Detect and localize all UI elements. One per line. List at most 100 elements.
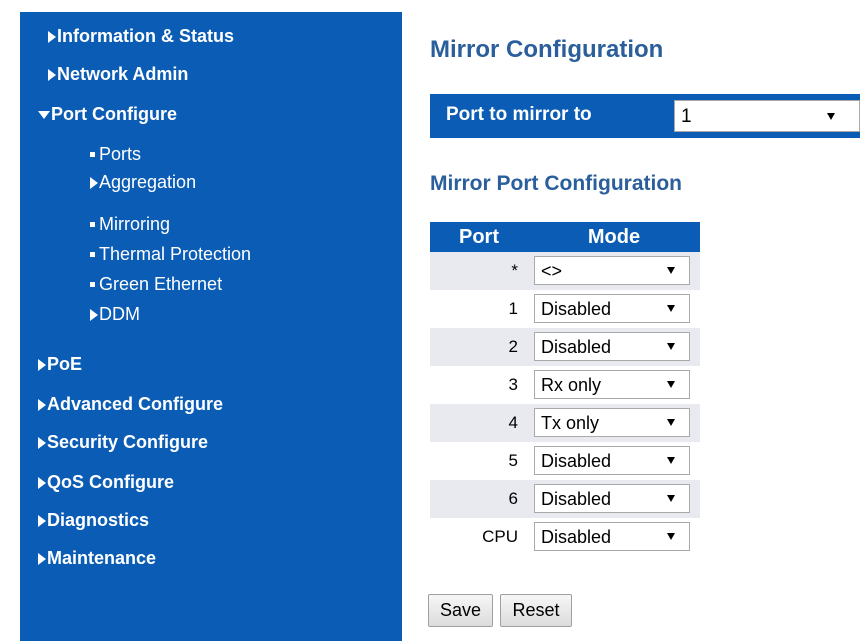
mirror-port-table: Port Mode * <> 1 Disabled 2 Disabled 3 R… [430,222,700,556]
mode-value: Rx only [541,375,602,395]
mirror-port-select[interactable]: 1 [674,100,860,132]
dropdown-arrow-icon [667,457,675,464]
reset-button[interactable]: Reset [500,594,572,627]
mode-select[interactable]: Disabled [534,294,690,323]
arrow-right-icon [38,358,46,371]
mode-select[interactable]: Disabled [534,484,690,513]
mode-cell: Disabled [528,442,700,480]
port-cell: * [430,252,528,290]
dropdown-arrow-icon [667,381,675,388]
column-header-mode: Mode [528,222,700,252]
mode-select[interactable]: Disabled [534,522,690,551]
mode-select[interactable]: Disabled [534,332,690,361]
mode-select[interactable]: Disabled [534,446,690,475]
table-row: * <> [430,252,700,290]
table-row: CPU Disabled [430,518,700,556]
sidebar-item-label: DDM [99,304,140,324]
sidebar-nav: Information & Status Network Admin Port … [20,12,402,641]
sidebar-item-label: Advanced Configure [47,394,224,414]
mode-value: Disabled [541,337,612,357]
mode-value: Disabled [541,451,612,471]
save-button[interactable]: Save [428,594,493,627]
table-row: 2 Disabled [430,328,700,366]
arrow-right-icon [38,552,46,565]
mode-value: <> [541,261,563,281]
arrow-right-icon [38,436,46,449]
mode-select[interactable]: Rx only [534,370,690,399]
arrow-right-icon [38,514,46,527]
table-row: 6 Disabled [430,480,700,518]
dropdown-arrow-icon [827,113,835,120]
mode-cell: Disabled [528,290,700,328]
sidebar-item-port-configure[interactable]: Port Configure [38,104,177,125]
mirror-port-value: 1 [681,106,692,127]
dropdown-arrow-icon [667,343,675,350]
bullet-icon [90,222,95,227]
mode-cell: Tx only [528,404,700,442]
mode-cell: <> [528,252,700,290]
arrow-right-icon [48,68,56,81]
arrow-right-icon [38,476,46,489]
sidebar-item-label: Information & Status [57,26,235,46]
bullet-icon [90,282,95,287]
mode-value: Disabled [541,489,612,509]
sidebar-item-diagnostics[interactable]: Diagnostics [38,510,149,531]
sidebar-item-green-ethernet[interactable]: Green Ethernet [90,274,222,295]
sidebar-item-label: PoE [47,354,83,374]
port-cell: 4 [430,404,528,442]
port-cell: 6 [430,480,528,518]
sidebar-item-label: Network Admin [57,64,189,84]
sidebar-item-label: Thermal Protection [99,244,252,264]
column-header-port: Port [430,222,528,252]
sidebar-item-label: Port Configure [51,104,177,124]
mode-value: Tx only [541,413,600,433]
sidebar-item-label: QoS Configure [47,472,174,492]
sidebar-item-label: Aggregation [99,172,197,192]
bullet-icon [90,252,95,257]
mirror-port-bar: Port to mirror to 1 [430,94,860,138]
dropdown-arrow-icon [667,267,675,274]
table-header-row: Port Mode [430,222,700,252]
table-row: 1 Disabled [430,290,700,328]
sidebar-item-ports[interactable]: Ports [90,144,141,165]
sidebar-item-label: Diagnostics [47,510,150,530]
sidebar-item-aggregation[interactable]: Aggregation [90,172,196,193]
port-cell: 2 [430,328,528,366]
arrow-right-icon [90,308,98,321]
dropdown-arrow-icon [667,533,675,540]
sidebar-item-poe[interactable]: PoE [38,354,82,375]
dropdown-arrow-icon [667,419,675,426]
arrow-down-icon [38,110,50,119]
page-title: Mirror Configuration [430,36,664,63]
arrow-right-icon [38,398,46,411]
sidebar-item-qos-configure[interactable]: QoS Configure [38,472,174,493]
sidebar-item-information-status[interactable]: Information & Status [48,26,234,47]
sidebar-item-label: Security Configure [47,432,209,452]
sidebar-item-label: Green Ethernet [99,274,223,294]
sidebar-item-maintenance[interactable]: Maintenance [38,548,156,569]
sidebar-item-label: Ports [99,144,142,164]
mode-value: Disabled [541,527,612,547]
sidebar-item-mirroring[interactable]: Mirroring [90,214,170,235]
mirror-port-label: Port to mirror to [446,104,592,125]
port-cell: 1 [430,290,528,328]
sidebar-item-label: Maintenance [47,548,157,568]
sidebar-item-security-configure[interactable]: Security Configure [38,432,208,453]
port-cell: 5 [430,442,528,480]
sidebar-item-ddm[interactable]: DDM [90,304,140,325]
sidebar-item-label: Mirroring [99,214,171,234]
mode-select[interactable]: <> [534,256,690,285]
sidebar-item-thermal-protection[interactable]: Thermal Protection [90,244,251,265]
mode-cell: Disabled [528,480,700,518]
sidebar-item-network-admin[interactable]: Network Admin [48,64,188,85]
dropdown-arrow-icon [667,495,675,502]
port-cell: CPU [430,518,528,556]
mode-select[interactable]: Tx only [534,408,690,437]
arrow-right-icon [48,30,56,43]
port-cell: 3 [430,366,528,404]
sidebar-item-advanced-configure[interactable]: Advanced Configure [38,394,223,415]
table-row: 5 Disabled [430,442,700,480]
arrow-right-icon [90,176,98,189]
table-row: 4 Tx only [430,404,700,442]
bullet-icon [90,152,95,157]
